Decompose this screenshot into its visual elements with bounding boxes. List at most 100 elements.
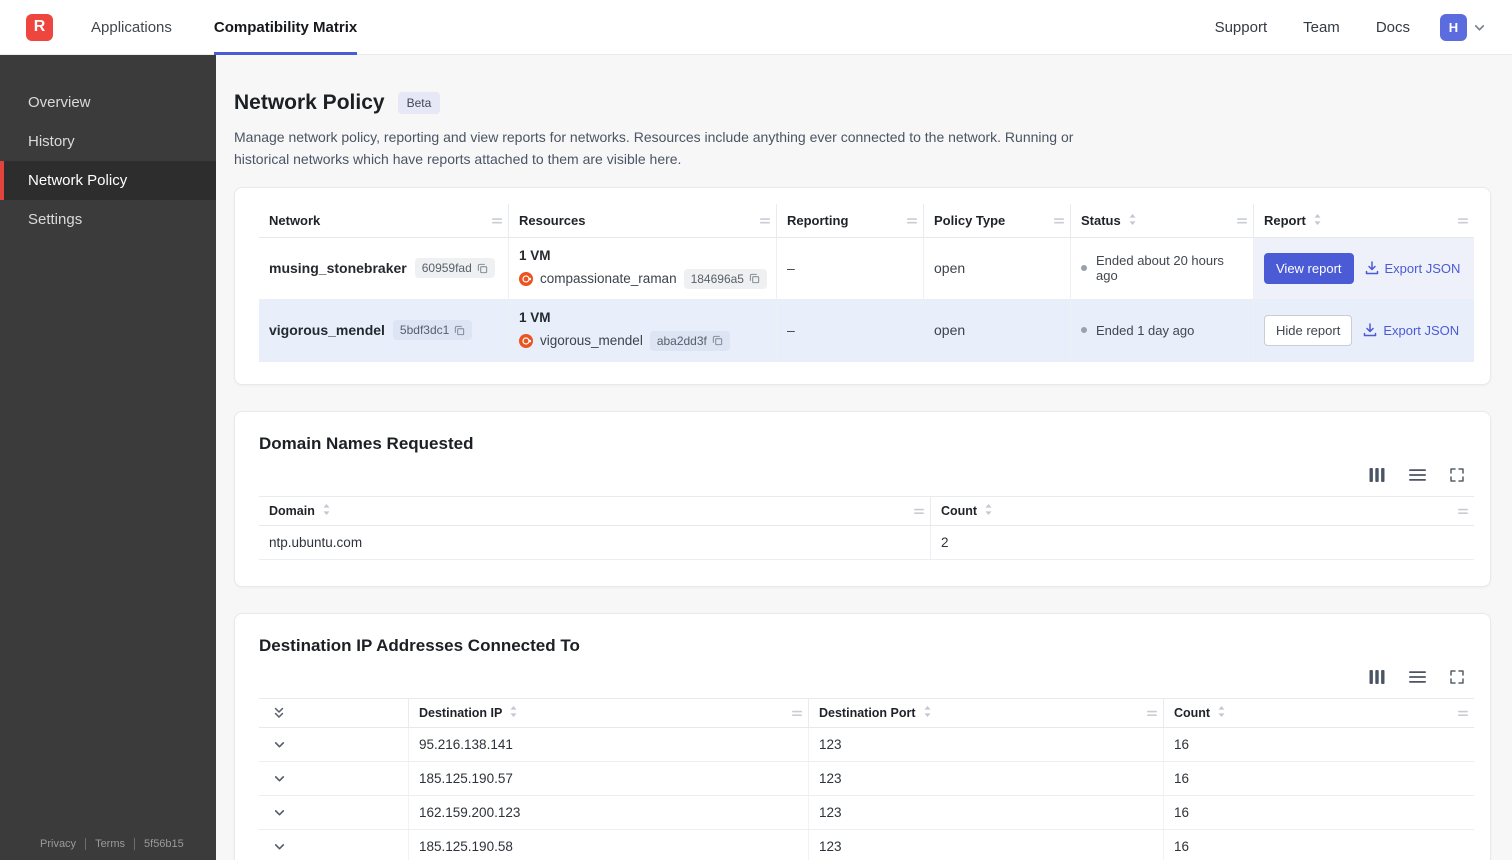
sort-icon[interactable] [322, 503, 331, 518]
sidebar: Overview History Network Policy Settings… [0, 55, 216, 860]
column-resize-handle[interactable] [492, 213, 502, 228]
column-label: Destination IP [419, 705, 503, 720]
sort-icon[interactable] [1313, 213, 1322, 228]
resource-id-badge: 184696a5 [683, 268, 767, 289]
body-wrap: Overview History Network Policy Settings… [0, 55, 1512, 860]
primary-nav: Applications Compatibility Matrix [91, 0, 399, 55]
column-resize-handle[interactable] [792, 706, 802, 720]
domain-table-row: ntp.ubuntu.com 2 [259, 525, 1474, 560]
status-cell: Ended 1 day ago [1071, 299, 1254, 361]
build-version: 5f56b15 [134, 838, 193, 850]
row-expand-chevron-icon[interactable] [273, 806, 286, 819]
fullscreen-icon[interactable] [1450, 670, 1464, 684]
network-cell: vigorous_mendel 5bdf3dc1 [259, 299, 509, 361]
resource-item: compassionate_raman 184696a5 [519, 268, 767, 289]
app-logo[interactable]: R [26, 13, 53, 41]
column-resize-handle[interactable] [1237, 213, 1247, 228]
column-label: Resources [519, 212, 586, 228]
export-json-link[interactable]: Export JSON [1363, 323, 1459, 338]
column-resize-handle[interactable] [1458, 504, 1468, 518]
status-text: Ended 1 day ago [1096, 322, 1195, 338]
ubuntu-icon [519, 271, 533, 286]
column-resize-handle[interactable] [1458, 706, 1468, 720]
row-expand-chevron-icon[interactable] [273, 772, 286, 785]
row-expand-chevron-icon[interactable] [273, 840, 286, 853]
domains-card: Domain Names Requested Domain Count ntp.… [234, 410, 1491, 587]
column-label: Destination Port [819, 705, 916, 720]
navbar-right: Support Team Docs H [1179, 13, 1486, 41]
hide-report-button[interactable]: Hide report [1264, 314, 1353, 346]
column-resize-handle[interactable] [907, 213, 917, 228]
nav-tab-applications[interactable]: Applications [91, 0, 172, 55]
destination-ip-cell: 185.125.190.57 [409, 761, 809, 795]
user-menu-chevron-icon[interactable] [1473, 21, 1486, 34]
expander-cell [259, 795, 409, 829]
sidebar-item-settings[interactable]: Settings [0, 200, 216, 239]
sidebar-item-overview[interactable]: Overview [0, 83, 216, 122]
column-header-report: Report [1254, 204, 1474, 237]
download-icon [1364, 323, 1377, 337]
user-avatar[interactable]: H [1440, 13, 1467, 41]
network-name: musing_stonebraker [269, 260, 407, 277]
reporting-cell: – [777, 237, 924, 299]
view-report-button[interactable]: View report [1264, 252, 1354, 284]
column-header-count: Count [931, 497, 1474, 525]
sort-icon[interactable] [1128, 213, 1137, 228]
network-id-badge: 60959fad [414, 258, 495, 279]
columns-toggle-icon[interactable] [1369, 669, 1385, 684]
page-description: Manage network policy, reporting and vie… [234, 129, 1074, 168]
destination-port-cell: 123 [809, 795, 1164, 829]
column-label: Report [1264, 212, 1306, 228]
export-json-link[interactable]: Export JSON [1365, 260, 1461, 276]
column-resize-handle[interactable] [914, 504, 924, 518]
destination-port-cell: 123 [809, 727, 1164, 761]
networks-table-header: Network Resources Reporting Policy Type [259, 203, 1474, 238]
column-label: Status [1081, 212, 1121, 228]
row-density-icon[interactable] [1409, 468, 1426, 481]
networks-card: Network Resources Reporting Policy Type [234, 186, 1491, 385]
resources-cell: 1 VM vigorous_mendel aba2dd3f [509, 299, 777, 361]
copy-icon[interactable] [712, 335, 723, 346]
sort-icon[interactable] [509, 705, 518, 720]
nav-link-support[interactable]: Support [1215, 19, 1268, 36]
nav-link-docs[interactable]: Docs [1376, 19, 1410, 36]
destination-port-cell: 123 [809, 829, 1164, 860]
nav-tab-compatibility-matrix[interactable]: Compatibility Matrix [213, 0, 358, 55]
copy-icon[interactable] [477, 263, 488, 274]
row-expand-chevron-icon[interactable] [273, 738, 286, 751]
destination-ip-cell: 95.216.138.141 [409, 727, 809, 761]
resources-summary: 1 VM [519, 247, 551, 263]
resources-summary: 1 VM [519, 309, 551, 325]
download-icon [1365, 261, 1378, 275]
fullscreen-icon[interactable] [1450, 468, 1464, 482]
page-header: Network Policy Beta [234, 91, 1491, 115]
table-tools [259, 669, 1474, 684]
column-resize-handle[interactable] [1458, 213, 1468, 228]
copy-icon[interactable] [749, 273, 760, 284]
footer-link-privacy[interactable]: Privacy [40, 838, 85, 850]
sidebar-item-history[interactable]: History [0, 122, 216, 161]
row-density-icon[interactable] [1409, 670, 1426, 683]
domains-table-header: Domain Count [259, 495, 1474, 526]
footer-link-terms[interactable]: Terms [85, 838, 134, 850]
export-json-label: Export JSON [1384, 260, 1461, 276]
sort-icon[interactable] [984, 503, 993, 518]
expand-all-icon[interactable] [273, 706, 285, 720]
sort-icon[interactable] [1217, 705, 1226, 720]
copy-icon[interactable] [454, 325, 465, 336]
columns-toggle-icon[interactable] [1369, 467, 1385, 482]
top-navbar: R Applications Compatibility Matrix Supp… [0, 0, 1512, 55]
destinations-card-title: Destination IP Addresses Connected To [259, 635, 580, 655]
column-header-network: Network [259, 203, 509, 237]
sidebar-item-network-policy[interactable]: Network Policy [0, 161, 216, 200]
nav-link-team[interactable]: Team [1303, 19, 1340, 36]
network-id: 60959fad [421, 261, 472, 276]
domains-card-title: Domain Names Requested [259, 433, 474, 453]
column-resize-handle[interactable] [760, 213, 770, 228]
count-cell: 16 [1174, 770, 1190, 786]
column-resize-handle[interactable] [1054, 213, 1064, 228]
sort-icon[interactable] [923, 705, 932, 720]
destination-ip-cell: 185.125.190.58 [409, 829, 809, 860]
column-resize-handle[interactable] [1147, 706, 1157, 720]
resource-id: aba2dd3f [656, 333, 707, 348]
